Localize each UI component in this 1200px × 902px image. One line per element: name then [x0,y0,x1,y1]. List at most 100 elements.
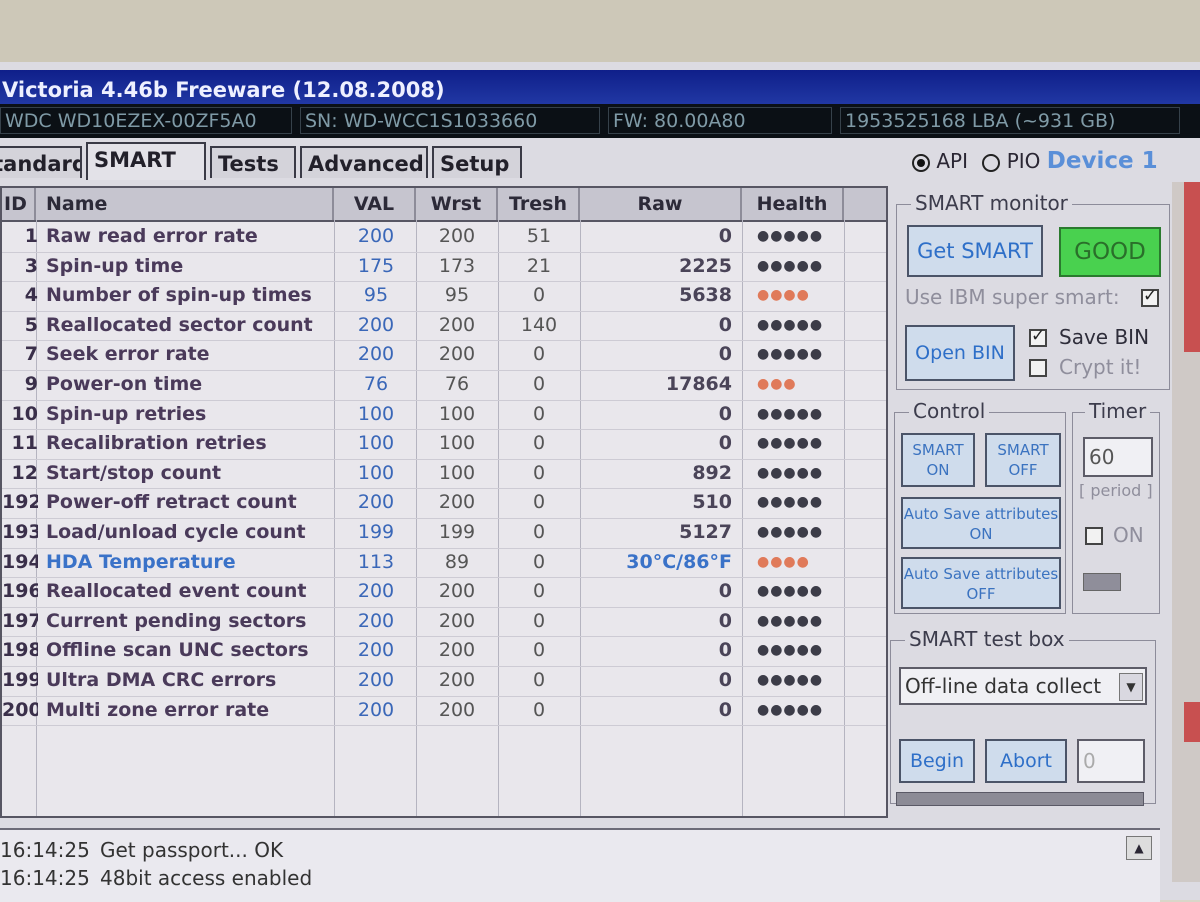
table-row[interactable]: 199 Ultra DMA CRC errors 200 200 0 0 ●●●●● [2,666,886,697]
attr-value: 113 [357,550,395,573]
attr-worst: 200 [438,639,476,662]
col-wrst[interactable]: Wrst [416,188,498,220]
attr-id: 1 [24,225,38,247]
scroll-up-button[interactable]: ▲ [1126,836,1152,860]
table-row[interactable]: 10 Spin-up retries 100 100 0 0 ●●●●● [2,400,886,431]
attr-threshold: 0 [532,580,546,603]
attr-health: ●●●●● [757,435,824,452]
attr-health: ●●●●● [757,257,824,274]
table-row[interactable]: 4 Number of spin-up times 95 95 0 5638 ●●●● [2,281,886,312]
right-edge-panel [1172,182,1200,882]
abort-button[interactable]: Abort [985,739,1067,783]
attr-raw: 0 [718,343,732,366]
table-row[interactable]: 198 Offline scan UNC sectors 200 200 0 0 ●●●●● [2,636,886,667]
smart-on-button[interactable]: SMART ON [901,433,975,487]
attr-worst: 95 [444,284,470,307]
col-health[interactable]: Health [742,188,844,220]
col-raw[interactable]: Raw [580,188,742,220]
attr-id: 11 [11,432,38,455]
table-row[interactable]: 193 Load/unload cycle count 199 199 0 5127 ●●●… [2,518,886,549]
attr-name: Spin-up time [46,254,184,277]
test-type-select[interactable]: Off-line data collect ▼ [899,667,1147,705]
device-label[interactable]: Device 1 [1047,148,1158,174]
autosave-on-button[interactable]: Auto Save attributes ON [901,497,1061,549]
tab-smart[interactable]: SMART [86,142,206,180]
table-header: ID Name VAL Wrst Tresh Raw Health [2,188,886,222]
attr-name: Power-off retract count [46,491,297,514]
attr-health: ●●●● [757,553,810,570]
table-row[interactable]: 194 HDA Temperature 113 89 0 30°C/86°F ●●●● [2,548,886,579]
col-tresh[interactable]: Tresh [498,188,580,220]
attr-health: ●●●●● [757,583,824,600]
attr-id: 3 [24,254,38,277]
attr-id: 10 [11,402,38,425]
attr-threshold: 0 [532,284,546,307]
log-panel: 16:14:25 Get passport... OK 16:14:25 48bit… [0,828,1160,902]
attr-health: ●●●●● [757,316,824,333]
attr-worst: 200 [438,698,476,721]
attr-raw: 0 [718,402,732,425]
table-row[interactable]: 1 Raw read error rate 200 200 51 0 ●●●●● [2,222,886,253]
attr-threshold: 0 [532,669,546,691]
control-title: Control [909,399,990,423]
attr-value: 95 [363,284,389,307]
table-row[interactable]: 12 Start/stop count 100 100 0 892 ●●●●● [2,459,886,490]
attr-health: ●●●●● [757,642,824,659]
pio-radio[interactable] [982,154,1001,172]
pio-label: PIO [1006,149,1041,173]
table-row[interactable]: 5 Reallocated sector count 200 200 140 0 ●●●●● [2,311,886,342]
col-val[interactable]: VAL [334,188,416,220]
table-row[interactable]: 192 Power-off retract count 200 200 0 510 ●●●●… [2,488,886,519]
chevron-down-icon[interactable]: ▼ [1119,673,1143,701]
timer-on-checkbox[interactable] [1085,527,1103,545]
attr-worst: 200 [438,609,476,632]
tab-advanced[interactable]: Advanced [300,146,428,178]
attr-health: ●●●●● [757,228,824,244]
smart-table: ID Name VAL Wrst Tresh Raw Health 1 Raw r… [0,186,888,818]
device-serial: SN: WD-WCC1S1033660 [300,107,600,134]
table-row[interactable]: 11 Recalibration retries 100 100 0 0 ●●●●● [2,429,886,460]
attr-id: 197 [2,609,38,632]
tab-setup[interactable]: Setup [432,146,522,178]
crypt-checkbox[interactable] [1029,359,1047,377]
begin-button[interactable]: Begin [899,739,975,783]
table-row[interactable]: 197 Current pending sectors 200 200 0 0 ●●●●● [2,607,886,638]
use-ibm-label: Use IBM super smart: [905,285,1120,309]
table-row[interactable]: 200 Multi zone error rate 200 200 0 0 ●●●●● [2,696,886,727]
attr-id: 196 [2,580,38,603]
attr-worst: 199 [438,521,476,543]
attr-raw: 0 [718,225,732,247]
attr-id: 5 [24,313,38,336]
get-smart-button[interactable]: Get SMART [907,225,1043,277]
save-bin-checkbox[interactable] [1029,326,1047,347]
autosave-off-button[interactable]: Auto Save attributes OFF [901,557,1061,609]
attr-health: ●●●●● [757,464,824,481]
attr-health: ●●● [757,376,797,392]
attr-health: ●●●●● [757,524,824,540]
attr-health: ●●●●● [757,701,824,718]
smart-off-button[interactable]: SMART OFF [985,433,1061,487]
attr-worst: 173 [438,254,476,277]
tab-tests[interactable]: Tests [210,146,296,178]
smart-status-badge: GOOD [1059,227,1161,277]
api-radio[interactable] [912,154,930,172]
table-row[interactable]: 7 Seek error rate 200 200 0 0 ●●●●● [2,340,886,371]
attr-name: Reallocated event count [46,580,307,603]
table-row[interactable]: 3 Spin-up time 175 173 21 2225 ●●●●● [2,252,886,283]
attr-threshold: 0 [532,461,546,484]
table-row[interactable]: 196 Reallocated event count 200 200 0 0 ●●●●● [2,577,886,608]
attr-name: Offline scan UNC sectors [46,639,309,662]
use-ibm-checkbox[interactable] [1141,286,1159,307]
timer-period-input[interactable]: 60 [1083,437,1153,477]
attr-value: 200 [357,609,395,632]
attr-value: 100 [357,402,395,425]
attr-health: ●●●●● [757,346,824,363]
attr-raw: 0 [718,580,732,603]
table-row[interactable]: 9 Power-on time 76 76 0 17864 ●●● [2,370,886,401]
tab-standard[interactable]: Standard [0,146,82,178]
col-name[interactable]: Name [36,188,334,220]
col-id[interactable]: ID [2,188,36,220]
attr-threshold: 0 [532,609,546,632]
open-bin-button[interactable]: Open BIN [905,325,1015,381]
log-message: 48bit access enabled [100,866,313,890]
